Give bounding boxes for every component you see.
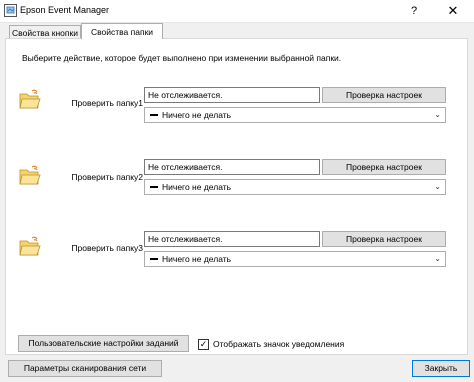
folder3-action-dropdown[interactable]: Ничего не делать ⌄ xyxy=(144,251,446,267)
window-title: Epson Event Manager xyxy=(20,5,110,15)
folder1-status-field[interactable]: Не отслеживается. xyxy=(144,87,320,103)
custom-task-settings-button[interactable]: Пользовательские настройки заданий xyxy=(18,335,189,352)
folder-properties-panel xyxy=(5,38,468,355)
dash-icon xyxy=(150,258,158,260)
folder3-label: Проверить папку3 xyxy=(71,243,143,253)
instruction-text: Выберите действие, которое будет выполне… xyxy=(22,53,342,63)
tab-folder-properties[interactable]: Свойства папки xyxy=(81,23,163,39)
dash-icon xyxy=(150,186,158,188)
folder1-label: Проверить папку1 xyxy=(71,98,143,108)
folder3-check-settings-button[interactable]: Проверка настроек xyxy=(322,231,446,247)
folder2-label: Проверить папку2 xyxy=(71,172,143,182)
chevron-down-icon: ⌄ xyxy=(434,254,441,263)
folder-icon xyxy=(19,165,41,185)
tab-button-properties[interactable]: Свойства кнопки xyxy=(9,25,81,39)
close-button[interactable]: Закрыть xyxy=(412,360,470,377)
dash-icon xyxy=(150,114,158,116)
notification-checkbox-label: Отображать значок уведомления xyxy=(213,339,345,349)
chevron-down-icon: ⌄ xyxy=(434,110,441,119)
folder2-check-settings-button[interactable]: Проверка настроек xyxy=(322,159,446,175)
folder1-action-value: Ничего не делать xyxy=(162,110,232,120)
folder3-action-value: Ничего не делать xyxy=(162,254,232,264)
folder2-action-value: Ничего не делать xyxy=(162,182,232,192)
chevron-down-icon: ⌄ xyxy=(434,182,441,191)
folder-icon xyxy=(19,89,41,109)
folder-icon xyxy=(19,236,41,256)
folder2-action-dropdown[interactable]: Ничего не делать ⌄ xyxy=(144,179,446,195)
close-window-button[interactable]: ✕ xyxy=(432,0,474,22)
folder1-action-dropdown[interactable]: Ничего не делать ⌄ xyxy=(144,107,446,123)
folder3-status-field[interactable]: Не отслеживается. xyxy=(144,231,320,247)
folder1-check-settings-button[interactable]: Проверка настроек xyxy=(322,87,446,103)
help-button[interactable]: ? xyxy=(396,0,432,22)
title-bar: Epson Event Manager ? ✕ xyxy=(0,0,474,23)
epson-app-icon xyxy=(4,4,17,17)
folder2-status-field[interactable]: Не отслеживается. xyxy=(144,159,320,175)
network-scan-settings-button[interactable]: Параметры сканирования сети xyxy=(8,360,162,377)
notification-checkbox[interactable]: ✓ xyxy=(198,339,209,350)
